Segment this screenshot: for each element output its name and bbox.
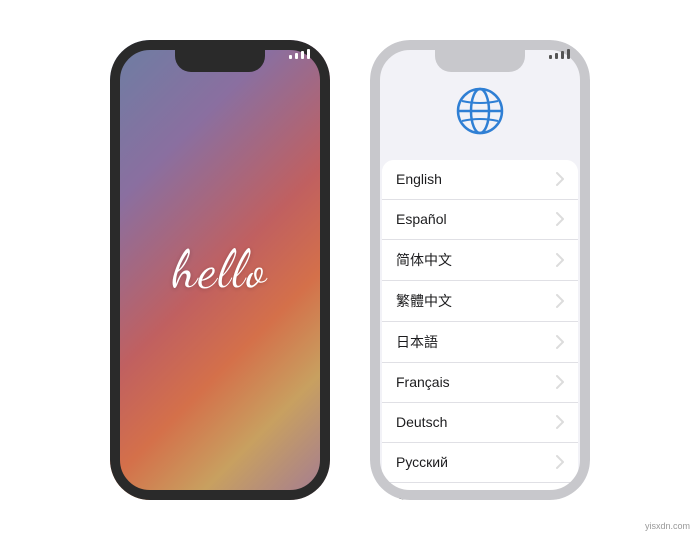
language-item[interactable]: Español [382,200,578,240]
chevron-right-icon [556,455,564,469]
language-list: English Español 简体中文繁體中文日本語 Français Deutsch… [382,160,578,500]
signal-bar-4 [307,49,310,59]
signal-bar-r3 [561,51,564,59]
signal-bar-r4 [567,49,570,59]
chevron-right-icon [556,172,564,186]
language-item[interactable]: Deutsch [382,403,578,443]
signal-bar-2 [295,53,298,59]
language-name: 繁體中文 [396,291,452,311]
phones-container: hello [110,40,590,500]
hello-background: hello [110,40,330,500]
language-item[interactable]: Français [382,363,578,403]
language-screen: English Español 简体中文繁體中文日本語 Français Deutsch… [370,40,590,500]
left-phone: hello [110,40,330,500]
language-name: Русский [396,454,448,470]
language-name: English [396,171,442,187]
status-bar-right [390,46,570,62]
chevron-right-icon [556,375,564,389]
signal-bars-right [549,49,570,59]
signal-bar-1 [289,55,292,59]
language-item[interactable]: Русский [382,443,578,483]
language-name: Français [396,374,450,390]
signal-bar-r1 [549,55,552,59]
chevron-right-icon [556,415,564,429]
language-item[interactable]: English [382,160,578,200]
chevron-right-icon [556,294,564,308]
language-screen-content: English Español 简体中文繁體中文日本語 Français Deutsch… [370,40,590,500]
chevron-right-icon [556,335,564,349]
hello-screen: hello [110,40,330,500]
globe-icon [454,85,506,137]
language-name: Português [396,495,460,500]
signal-bars-left [289,49,310,59]
language-name: 简体中文 [396,250,452,270]
signal-bar-r2 [555,53,558,59]
language-item[interactable]: Português [382,483,578,500]
globe-icon-container [454,85,506,142]
chevron-right-icon [556,496,564,500]
language-item[interactable]: 简体中文 [382,240,578,281]
language-item[interactable]: 繁體中文 [382,281,578,322]
right-phone: English Español 简体中文繁體中文日本語 Français Deutsch… [370,40,590,500]
language-name: Deutsch [396,414,447,430]
watermark: yisxdn.com [645,521,690,531]
chevron-right-icon [556,212,564,226]
language-item[interactable]: 日本語 [382,322,578,363]
chevron-right-icon [556,253,564,267]
language-name: Español [396,211,447,227]
hello-text: hello [172,238,268,301]
language-name: 日本語 [396,332,438,352]
signal-bar-3 [301,51,304,59]
status-bar-left [130,46,310,62]
